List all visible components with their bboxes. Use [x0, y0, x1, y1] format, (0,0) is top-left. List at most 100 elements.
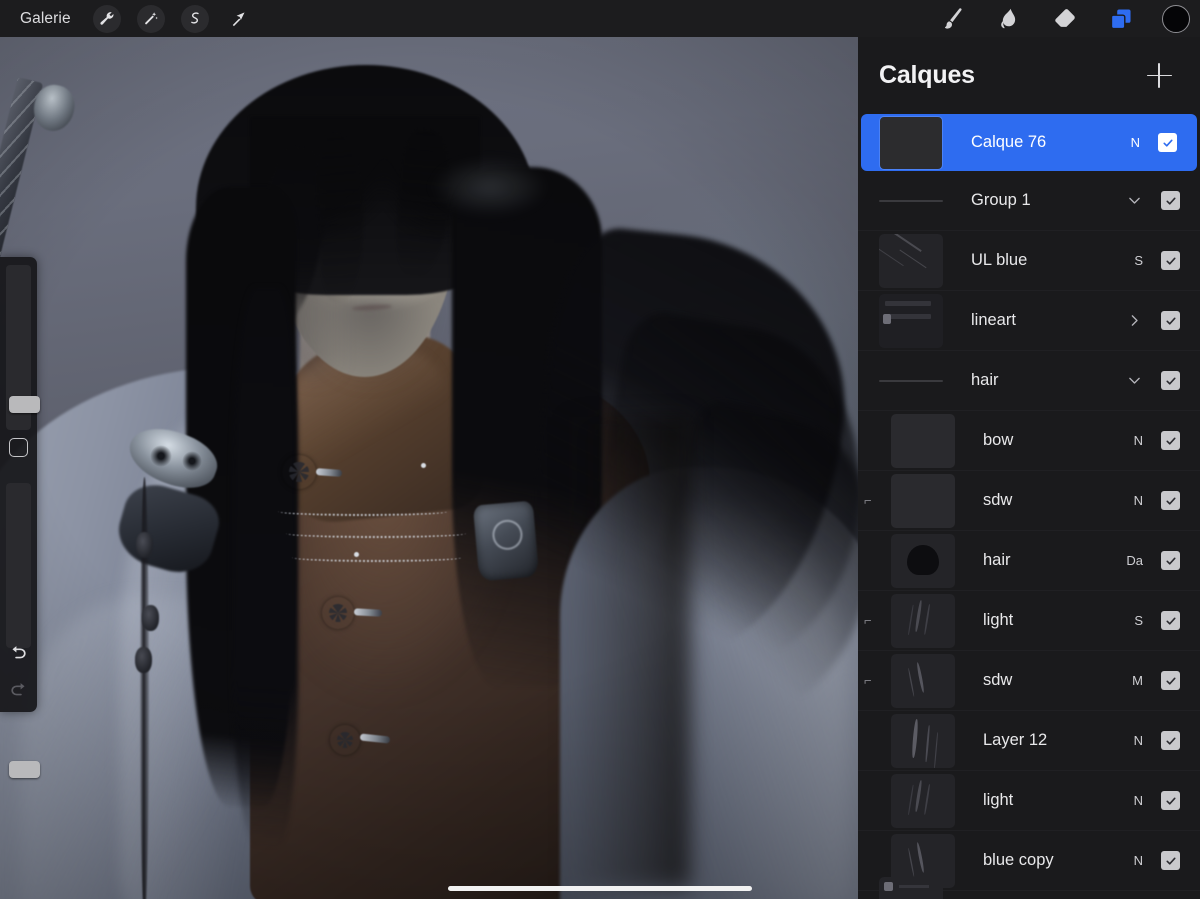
layer-thumbnail — [879, 354, 943, 408]
chevron-down-icon[interactable] — [1117, 192, 1143, 209]
transform-arrow-icon[interactable] — [225, 5, 253, 33]
layers-panel-header: Calques — [858, 37, 1200, 114]
layer-blend-mode[interactable]: Da — [1117, 553, 1143, 568]
layer-thumbnail — [891, 773, 955, 828]
adjustments-wand-icon[interactable] — [136, 4, 165, 33]
layer-visibility-checkbox[interactable] — [1161, 311, 1180, 330]
cloak-cord-knot-1 — [136, 532, 153, 558]
layer-blend-mode[interactable]: M — [1117, 673, 1143, 688]
layer-blend-mode[interactable]: N — [1117, 793, 1143, 808]
color-swatch[interactable] — [1162, 4, 1190, 33]
home-indicator — [448, 886, 752, 891]
katana-guard-hole-1 — [150, 445, 172, 467]
layer-thumbnail — [879, 233, 943, 288]
layer-name: hair — [983, 551, 1011, 569]
layer-row[interactable]: ⌐ light S — [858, 591, 1200, 651]
cloak-cord-knot-2 — [142, 605, 159, 631]
layer-row[interactable]: ⌐ sdw N — [858, 471, 1200, 531]
layer-name: bow — [983, 431, 1014, 449]
layer-row[interactable]: hair — [858, 351, 1200, 411]
layer-visibility-checkbox[interactable] — [1161, 791, 1180, 810]
layer-row[interactable]: UL blue S — [858, 231, 1200, 291]
layer-thumbnail — [879, 293, 943, 348]
brush-size-slider-handle[interactable] — [9, 396, 40, 413]
toolbar-left-group: Galerie — [0, 4, 253, 33]
layer-blend-mode[interactable]: S — [1117, 253, 1143, 268]
clipping-mask-icon: ⌐ — [864, 493, 872, 508]
layer-visibility-checkbox[interactable] — [1158, 133, 1177, 152]
selection-icon[interactable] — [180, 4, 209, 33]
layer-blend-mode[interactable]: N — [1114, 135, 1140, 150]
eraser-icon[interactable] — [1050, 4, 1080, 34]
layer-name: sdw — [983, 491, 1013, 509]
procreate-app-window: Galerie Calques Calque 76 N Group 1 UL b… — [0, 0, 1200, 899]
layer-blend-mode[interactable]: N — [1117, 853, 1143, 868]
layer-row[interactable]: lineart — [858, 291, 1200, 351]
layer-row[interactable]: Group 1 — [858, 171, 1200, 231]
chevron-right-icon[interactable] — [1117, 312, 1143, 329]
actions-wrench-icon[interactable] — [92, 4, 121, 33]
layer-visibility-checkbox[interactable] — [1161, 371, 1180, 390]
jacket-chain-1 — [278, 507, 448, 516]
katana-guard-hole-2 — [182, 451, 202, 471]
layer-blend-mode[interactable]: N — [1117, 493, 1143, 508]
layer-row[interactable]: ⌐ sdw M — [858, 651, 1200, 711]
layer-name: hair — [971, 371, 999, 389]
opacity-slider[interactable] — [6, 483, 40, 778]
layer-visibility-checkbox[interactable] — [1161, 491, 1180, 510]
layer-visibility-checkbox[interactable] — [1161, 431, 1180, 450]
layer-visibility-checkbox[interactable] — [1161, 251, 1180, 270]
layer-thumbnail — [891, 713, 955, 768]
undo-button[interactable] — [5, 640, 32, 667]
panel-title: Calques — [879, 61, 975, 89]
layer-name: light — [983, 791, 1014, 809]
layer-visibility-checkbox[interactable] — [1161, 731, 1180, 750]
layer-visibility-checkbox[interactable] — [1161, 851, 1180, 870]
brush-size-slider[interactable] — [6, 265, 40, 430]
add-layer-button[interactable] — [1144, 61, 1174, 91]
smudge-icon[interactable] — [994, 4, 1024, 34]
layer-name: sdw — [983, 671, 1013, 689]
layer-blend-mode[interactable]: N — [1117, 433, 1143, 448]
layer-visibility-checkbox[interactable] — [1161, 551, 1180, 570]
hair-gloss-highlight — [430, 157, 550, 217]
redo-button[interactable] — [5, 677, 32, 704]
hair-left-fall-2 — [232, 287, 298, 847]
layer-thumbnail-partial — [879, 877, 943, 899]
layer-row[interactable]: Calque 76 N — [861, 114, 1197, 171]
opacity-slider-handle[interactable] — [9, 761, 40, 778]
layer-visibility-checkbox[interactable] — [1161, 191, 1180, 210]
layer-thumbnail — [879, 115, 943, 170]
layer-list[interactable]: Calque 76 N Group 1 UL blue Slineart hair bow N… — [858, 114, 1200, 899]
layer-name: blue copy — [983, 851, 1054, 869]
shoulder-emblem — [472, 500, 540, 582]
jacket-pin-dot-2 — [421, 463, 426, 468]
jacket-frog-button-1 — [282, 455, 316, 489]
jaw-shadow — [300, 297, 440, 387]
jacket-frog-button-2 — [322, 597, 354, 629]
layer-row[interactable]: hair Da — [858, 531, 1200, 591]
jacket-frog-bar-2 — [353, 608, 383, 617]
toolbar-right-group — [938, 0, 1190, 37]
jacket-frog-button-3 — [330, 725, 360, 755]
cloak-cord-knot-3 — [135, 647, 152, 673]
layer-name: Calque 76 — [971, 133, 1047, 151]
layer-row[interactable]: Layer 12 N — [858, 711, 1200, 771]
layer-row-partial-cutoff[interactable] — [858, 877, 1200, 899]
modify-square-button[interactable] — [9, 438, 28, 457]
drawing-canvas[interactable] — [0, 37, 858, 899]
layers-icon[interactable] — [1106, 4, 1136, 34]
layer-name: UL blue — [971, 251, 1028, 269]
clipping-mask-icon: ⌐ — [864, 673, 872, 688]
layer-name: light — [983, 611, 1014, 629]
layer-visibility-checkbox[interactable] — [1161, 671, 1180, 690]
layer-visibility-checkbox[interactable] — [1161, 611, 1180, 630]
paint-brush-icon[interactable] — [938, 4, 968, 34]
layer-row[interactable]: bow N — [858, 411, 1200, 471]
gallery-button[interactable]: Galerie — [14, 8, 77, 30]
layer-blend-mode[interactable]: S — [1117, 613, 1143, 628]
jacket-chain-3 — [292, 553, 462, 562]
layer-blend-mode[interactable]: N — [1117, 733, 1143, 748]
chevron-down-icon[interactable] — [1117, 372, 1143, 389]
layer-row[interactable]: light N — [858, 771, 1200, 831]
